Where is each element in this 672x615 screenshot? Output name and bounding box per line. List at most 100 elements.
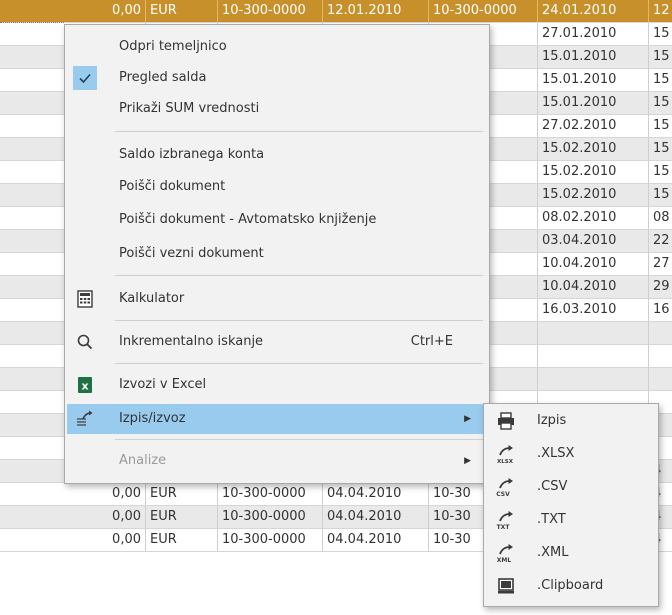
menu-item-kalkulator[interactable]: Kalkulator (67, 284, 487, 314)
cell-date-2: 27.01.2010 (538, 23, 649, 45)
cell-date-2: 16.03.2010 (538, 299, 649, 321)
menu-item-label: Saldo izbranega konta (119, 147, 265, 162)
txt-export-icon: TXT (494, 508, 518, 532)
submenu-item-clipboard[interactable]: .Clipboard (486, 570, 656, 602)
xml-badge: XML (497, 557, 512, 564)
menu-item-odpri-temeljnico[interactable]: Odpri temeljnico (67, 32, 487, 62)
export-submenu: Izpis XLSX .XLSX CSV .CSV TXT .TXT XML .… (483, 403, 659, 607)
svg-text:x: x (81, 380, 88, 393)
cell-date-2 (538, 322, 649, 344)
cell-extra: 15 (653, 26, 670, 41)
cell-extra: 15 (653, 72, 670, 87)
menu-separator (115, 363, 483, 364)
check-icon (73, 66, 97, 90)
menu-item-label: Izpis/izvoz (119, 411, 186, 426)
submenu-item-txt[interactable]: TXT .TXT (486, 504, 656, 536)
cell-extra: 12 (653, 3, 670, 18)
table-row-selected[interactable]: 0,00 EUR 10-300-0000 12.01.2010 10-300-0000 2… (0, 0, 672, 23)
menu-item-label: Pregled salda (119, 70, 207, 85)
submenu-item-xml[interactable]: XML .XML (486, 537, 656, 569)
submenu-arrow-icon: ▶ (464, 414, 471, 424)
cell-extra: 15 (653, 118, 670, 133)
menu-item-inkrementalno-iskanje[interactable]: Inkrementalno iskanje Ctrl+E (67, 327, 487, 357)
menu-item-label: Poišči dokument - Avtomatsko knjiženje (119, 212, 377, 227)
cell-amount: 0,00 (0, 529, 146, 551)
menu-item-izpis-izvoz[interactable]: Izpis/izvoz ▶ (67, 404, 487, 434)
cell-extra: 15 (653, 187, 670, 202)
cell-amount: 0,00 (0, 0, 146, 22)
cell-date: 04.04.2010 (323, 506, 429, 528)
cell-currency: EUR (146, 483, 218, 505)
cell-date-2: 10.04.2010 (538, 253, 649, 275)
menu-separator (115, 320, 483, 321)
submenu-item-label: Izpis (537, 413, 567, 428)
cell-konto: 10-300-0000 (218, 483, 323, 505)
cell-date: 12.01.2010 (323, 0, 429, 22)
cell-currency: EUR (146, 506, 218, 528)
cell-extra: 29 (653, 279, 670, 294)
menu-item-label: Kalkulator (119, 291, 185, 306)
cell-konto: 10-300-0000 (218, 529, 323, 551)
menu-item-izvozi-v-excel[interactable]: x Izvozi v Excel (67, 370, 487, 400)
csv-export-icon: CSV (494, 475, 518, 499)
submenu-item-label: .XLSX (537, 446, 575, 461)
submenu-item-label: .Clipboard (537, 578, 604, 593)
menu-item-poisci-dokument[interactable]: Poišči dokument (67, 172, 487, 202)
menu-item-label: Prikaži SUM vrednosti (119, 101, 260, 116)
cell-extra: 15 (653, 164, 670, 179)
menu-item-label: Poišči dokument (119, 179, 226, 194)
cell-extra: 22 (653, 233, 670, 248)
cell-date: 04.04.2010 (323, 483, 429, 505)
txt-badge: TXT (497, 524, 511, 531)
cell-extra: 08 (653, 210, 670, 225)
cell-date-2: 24.01.2010 (538, 0, 649, 22)
cell-extra: 27 (653, 256, 670, 271)
cell-date-2: 15.02.2010 (538, 161, 649, 183)
submenu-item-label: .TXT (537, 512, 566, 527)
menu-separator (115, 131, 483, 132)
xlsx-export-icon: XLSX (494, 442, 518, 466)
menu-item-saldo-izbranega-konta[interactable]: Saldo izbranega konta (67, 140, 487, 170)
submenu-item-csv[interactable]: CSV .CSV (486, 471, 656, 503)
calculator-icon (73, 287, 97, 311)
cell-konto: 10-300-0000 (218, 0, 323, 22)
submenu-item-izpis[interactable]: Izpis (486, 405, 656, 437)
cell-date-2: 27.02.2010 (538, 115, 649, 137)
submenu-item-label: .XML (537, 545, 569, 560)
submenu-arrow-icon: ▶ (464, 456, 471, 466)
menu-item-label: Analize (119, 453, 167, 468)
cell-currency: EUR (146, 529, 218, 551)
cell-extra: 15 (653, 141, 670, 156)
cell-amount: 0,00 (0, 483, 146, 505)
search-icon (73, 330, 97, 354)
menu-item-pregled-salda[interactable]: Pregled salda (67, 63, 487, 93)
cell-extra (649, 345, 672, 367)
cell-date-2: 15.02.2010 (538, 138, 649, 160)
cell-date-2: 08.02.2010 (538, 207, 649, 229)
menu-item-analize[interactable]: Analize ▶ (67, 446, 487, 476)
submenu-item-label: .CSV (537, 479, 568, 494)
cell-date-2 (538, 368, 649, 390)
cell-currency: EUR (146, 0, 218, 22)
cell-date-2: 15.02.2010 (538, 184, 649, 206)
focus-dotted-line (0, 22, 64, 23)
menu-item-poisci-dokument-avtomatsko[interactable]: Poišči dokument - Avtomatsko knjiženje (67, 205, 487, 235)
cell-date-2: 15.01.2010 (538, 92, 649, 114)
cell-date-2 (538, 345, 649, 367)
menu-separator (115, 275, 483, 276)
submenu-item-xlsx[interactable]: XLSX .XLSX (486, 438, 656, 470)
cell-konto-2: 10-300-0000 (429, 0, 538, 22)
cell-date-2: 10.04.2010 (538, 276, 649, 298)
printer-icon (494, 409, 518, 433)
menu-item-shortcut: Ctrl+E (410, 334, 453, 349)
cell-extra: 15 (653, 95, 670, 110)
context-menu: Odpri temeljnico Pregled salda Prikaži S… (64, 24, 490, 484)
export-icon (73, 407, 97, 431)
menu-separator (115, 439, 483, 440)
menu-item-label: Poišči vezni dokument (119, 246, 264, 261)
cell-extra: 15 (653, 49, 670, 64)
cell-extra: 16 (653, 302, 670, 317)
menu-item-prikazi-sum[interactable]: Prikaži SUM vrednosti (67, 94, 487, 124)
menu-item-poisci-vezni-dokument[interactable]: Poišči vezni dokument (67, 239, 487, 269)
cell-date-2: 15.01.2010 (538, 46, 649, 68)
